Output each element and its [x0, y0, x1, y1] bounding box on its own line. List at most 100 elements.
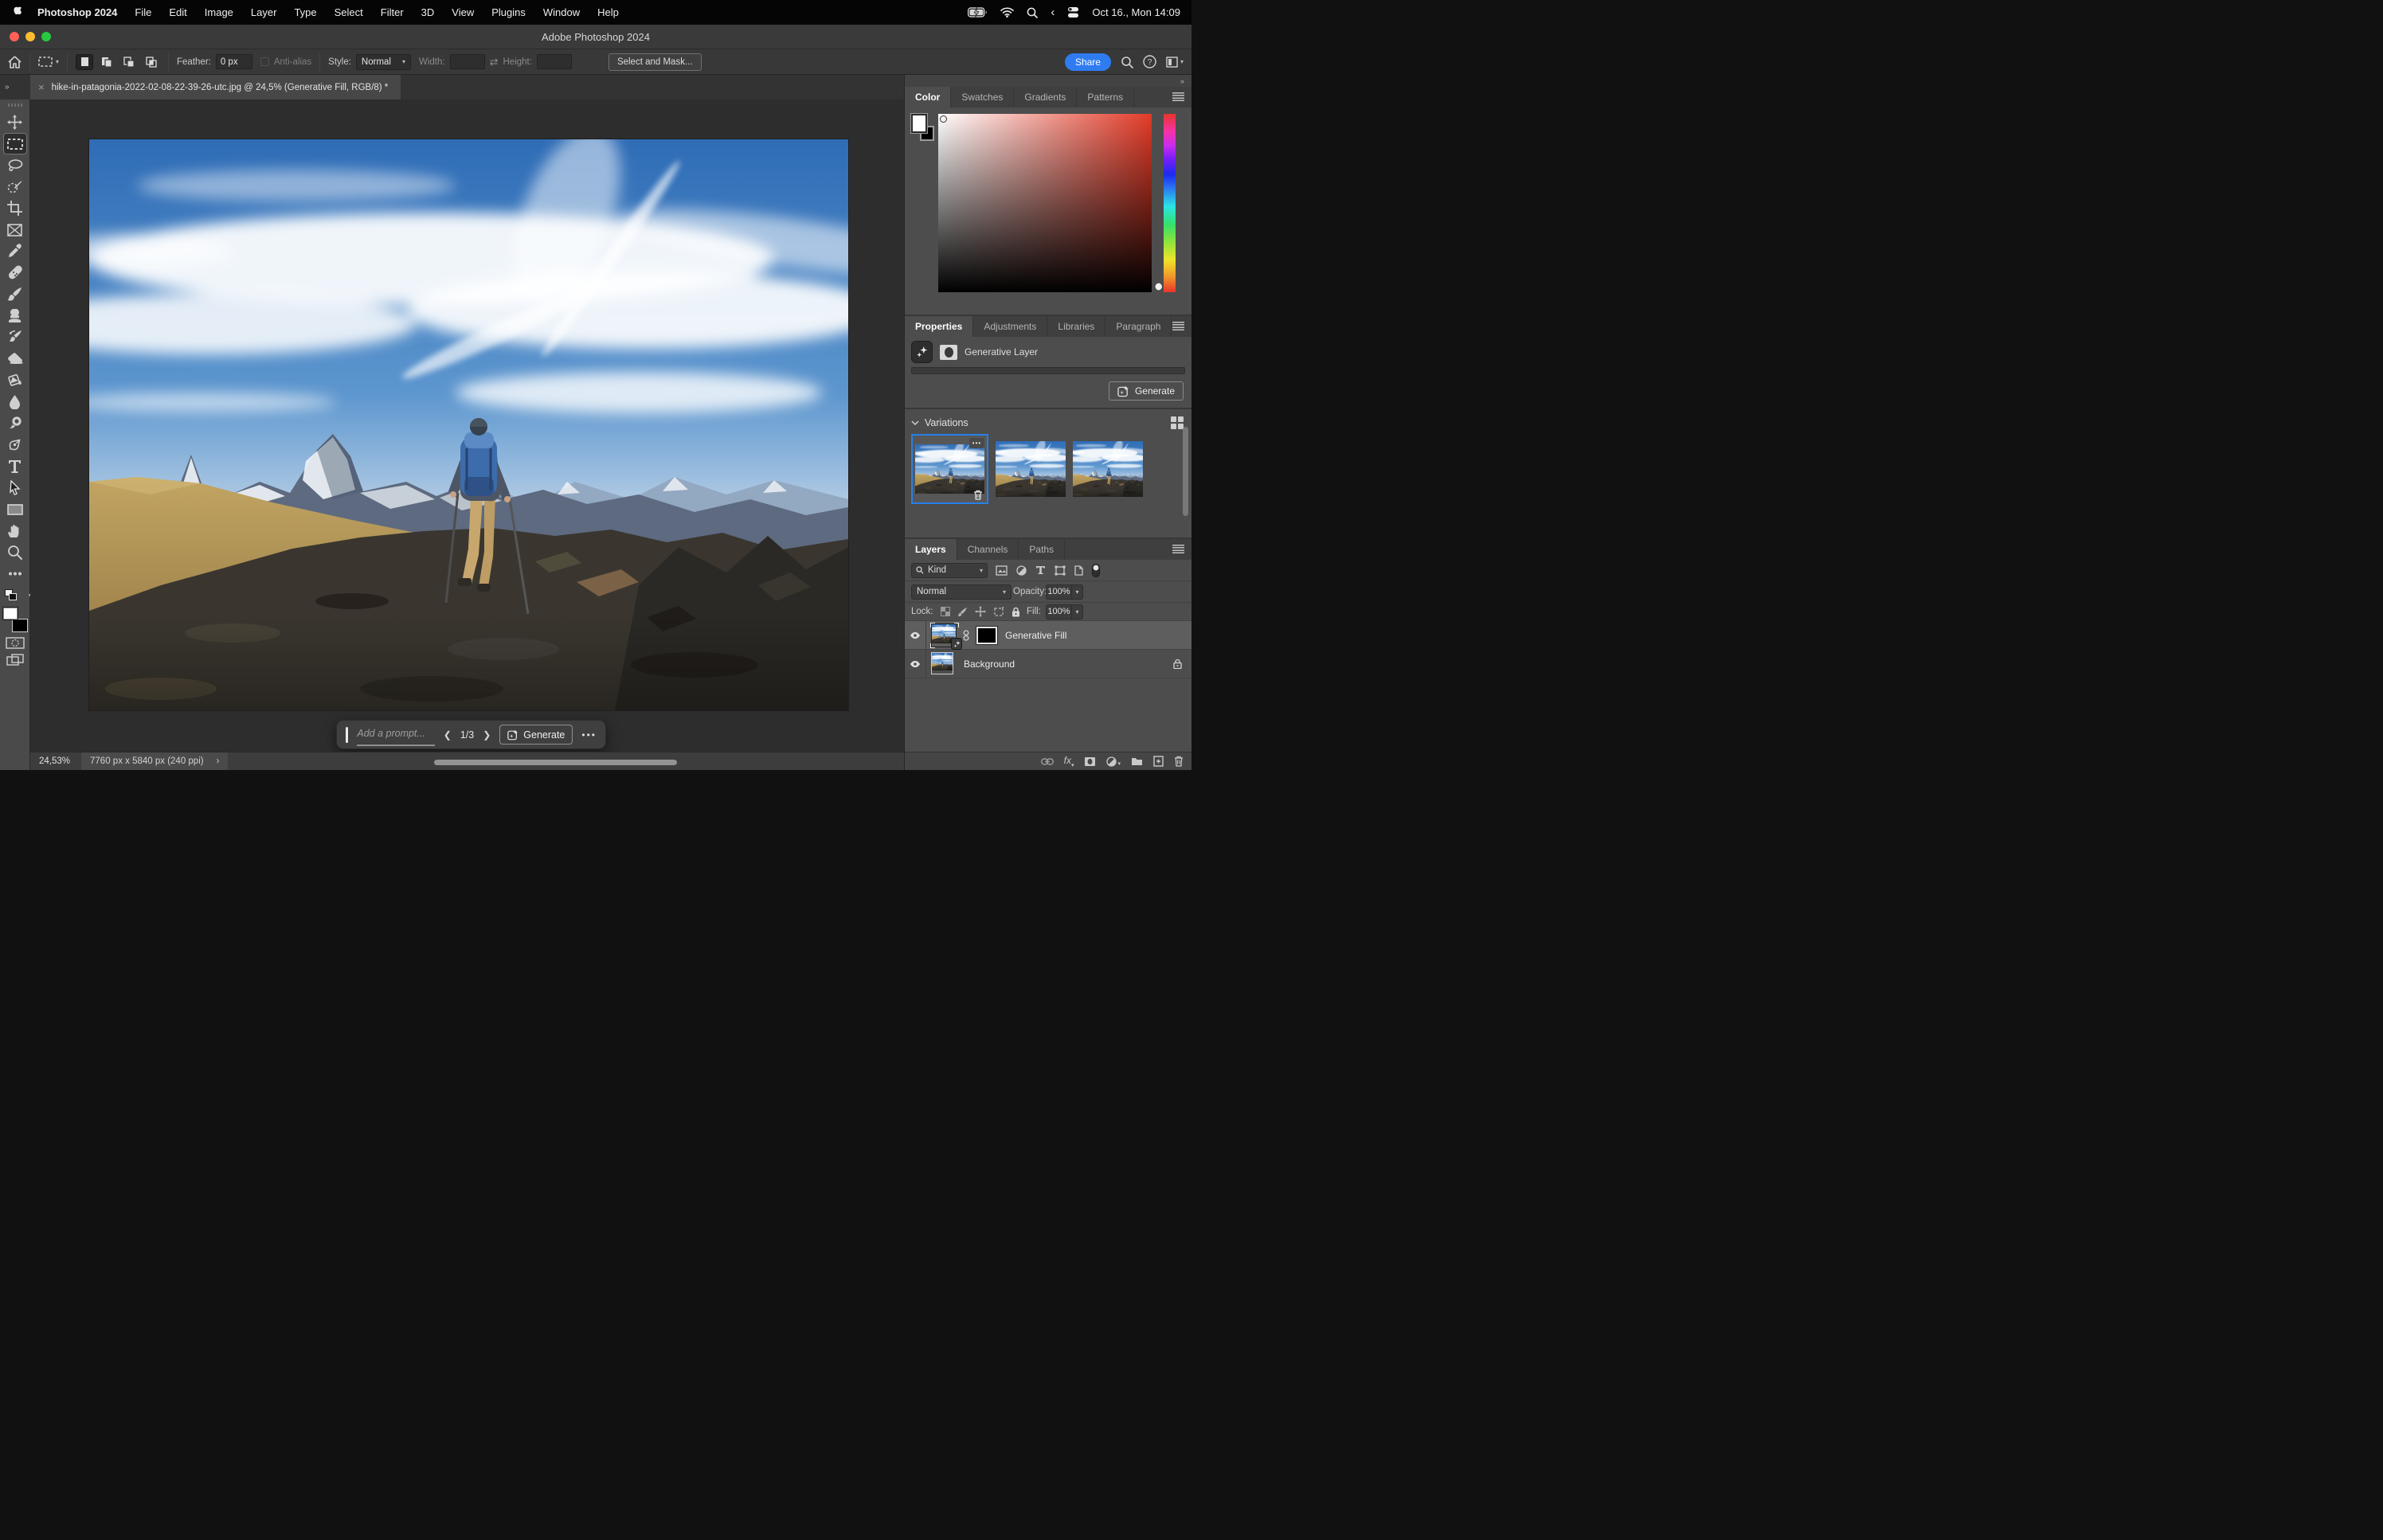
- screen-mode-button[interactable]: [6, 654, 24, 666]
- menu-item-view[interactable]: View: [452, 6, 474, 18]
- anti-alias-checkbox[interactable]: [260, 57, 269, 66]
- spotlight-search-icon[interactable]: [1027, 7, 1038, 18]
- layer-filter-kind-dropdown[interactable]: Kind ▾: [911, 563, 988, 578]
- swap-width-height-icon[interactable]: ⇄: [490, 56, 499, 68]
- new-adjustment-layer-icon[interactable]: ▾: [1106, 756, 1121, 767]
- variation-delete-icon[interactable]: [973, 490, 983, 500]
- properties-generate-button[interactable]: Generate: [1109, 381, 1184, 401]
- menu-item-select[interactable]: Select: [335, 6, 363, 18]
- tool-rectangular-marquee[interactable]: [3, 133, 27, 154]
- generative-sparkle-icon[interactable]: [911, 341, 933, 363]
- generate-button[interactable]: Generate: [499, 725, 573, 745]
- share-button[interactable]: Share: [1065, 53, 1111, 71]
- delete-layer-icon[interactable]: [1174, 756, 1184, 767]
- next-variation-icon[interactable]: ❯: [483, 729, 491, 741]
- fill-input[interactable]: 100% ▾: [1046, 604, 1083, 620]
- filter-adjustment-layers-icon[interactable]: [1016, 565, 1027, 576]
- edit-toolbar-icon[interactable]: [3, 563, 27, 584]
- layer-row-background[interactable]: Background: [905, 650, 1192, 678]
- menu-item-window[interactable]: Window: [543, 6, 580, 18]
- tool-rectangle-shape[interactable]: [3, 498, 27, 520]
- tab-libraries[interactable]: Libraries: [1047, 316, 1105, 337]
- layer-visibility-icon[interactable]: [905, 621, 926, 649]
- filter-toggle-switch[interactable]: [1092, 564, 1100, 577]
- tool-dodge[interactable]: [3, 412, 27, 434]
- menu-item-filter[interactable]: Filter: [381, 6, 404, 18]
- tool-path-selection[interactable]: [3, 477, 27, 498]
- tool-frame[interactable]: [3, 219, 27, 240]
- tab-paths[interactable]: Paths: [1019, 539, 1065, 560]
- panel-collapse-icon[interactable]: »: [1180, 77, 1185, 85]
- background-layer-thumbnail[interactable]: [932, 653, 956, 674]
- home-icon[interactable]: [8, 56, 22, 68]
- prompt-input[interactable]: Add a prompt...: [357, 724, 434, 746]
- canvas-document-image[interactable]: [89, 139, 848, 710]
- hue-slider-strip[interactable]: [1164, 114, 1176, 292]
- link-layers-icon[interactable]: [1041, 758, 1054, 765]
- new-selection-mode-button[interactable]: [76, 54, 93, 70]
- new-group-icon[interactable]: [1131, 756, 1143, 766]
- add-to-selection-mode-button[interactable]: [98, 54, 115, 70]
- chevron-down-icon[interactable]: [911, 420, 919, 425]
- saturation-brightness-field[interactable]: [938, 114, 1152, 292]
- tab-layers[interactable]: Layers: [905, 539, 957, 560]
- hue-slider-handle[interactable]: [1154, 282, 1163, 291]
- horizontal-scrollbar[interactable]: [434, 760, 677, 765]
- menu-item-layer[interactable]: Layer: [251, 6, 277, 18]
- layer-mask-link-icon[interactable]: [963, 630, 969, 641]
- layer-mask-icon[interactable]: [940, 345, 957, 360]
- variation-more-options-icon[interactable]: •••: [969, 438, 984, 448]
- layer-visibility-icon[interactable]: [905, 650, 926, 678]
- tool-healing-brush[interactable]: [3, 262, 27, 283]
- apple-logo-icon[interactable]: [13, 6, 25, 18]
- canvas-area[interactable]: Add a prompt... ❮ 1/3 ❯ Generate •••: [30, 100, 904, 752]
- default-colors-icon[interactable]: ⤾: [5, 589, 25, 602]
- tab-patterns[interactable]: Patterns: [1077, 87, 1134, 107]
- menu-item-photoshop-2024[interactable]: Photoshop 2024: [37, 6, 117, 18]
- prompt-more-options-icon[interactable]: •••: [581, 729, 597, 741]
- panel-menu-icon[interactable]: [1172, 545, 1184, 553]
- tool-move[interactable]: [3, 111, 27, 133]
- opacity-input[interactable]: 100% ▾: [1046, 584, 1083, 600]
- new-layer-icon[interactable]: [1153, 756, 1164, 767]
- tool-type[interactable]: [3, 455, 27, 477]
- wifi-icon[interactable]: [1000, 7, 1014, 18]
- menu-item-edit[interactable]: Edit: [169, 6, 186, 18]
- menu-item-help[interactable]: Help: [597, 6, 619, 18]
- grid-view-icon[interactable]: [1171, 416, 1184, 429]
- tool-eyedropper[interactable]: [3, 240, 27, 262]
- toolbar-grip[interactable]: [8, 104, 22, 107]
- prompt-field-collapsed[interactable]: [911, 367, 1185, 374]
- document-tab[interactable]: × hike-in-patagonia-2022-02-08-22-39-26-…: [30, 75, 401, 100]
- zoom-level-field[interactable]: 24,53%: [39, 756, 70, 766]
- tool-hand[interactable]: [3, 520, 27, 541]
- menu-item-file[interactable]: File: [135, 6, 151, 18]
- tab-paragraph[interactable]: Paragraph: [1105, 316, 1172, 337]
- tool-gradient[interactable]: [3, 369, 27, 391]
- filter-pixel-layers-icon[interactable]: [996, 565, 1008, 576]
- previous-variation-icon[interactable]: ❮: [444, 729, 452, 741]
- control-center-icon[interactable]: [1067, 6, 1079, 18]
- variation-thumbnail-selected[interactable]: •••: [911, 434, 988, 504]
- menu-item-plugins[interactable]: Plugins: [491, 6, 526, 18]
- lock-image-pixels-icon[interactable]: [957, 607, 968, 617]
- quick-mask-button[interactable]: [6, 637, 25, 649]
- color-panel-swatches[interactable]: [911, 114, 938, 141]
- workspace-switcher-icon[interactable]: ▾: [1166, 57, 1184, 68]
- menu-item-image[interactable]: Image: [205, 6, 233, 18]
- generative-fill-layer-thumbnail[interactable]: [932, 624, 959, 646]
- panel-menu-icon[interactable]: [1172, 92, 1184, 101]
- width-input[interactable]: [450, 54, 485, 69]
- tool-object-selection[interactable]: [3, 176, 27, 197]
- layer-name[interactable]: Generative Fill: [1005, 630, 1066, 641]
- search-icon[interactable]: [1121, 56, 1133, 68]
- panel-menu-icon[interactable]: [1172, 322, 1184, 330]
- tool-zoom[interactable]: [3, 541, 27, 563]
- subtract-from-selection-mode-button[interactable]: [120, 54, 138, 70]
- menu-extra-chevron-icon[interactable]: ‹: [1051, 6, 1055, 19]
- height-input[interactable]: [537, 54, 572, 69]
- add-layer-mask-icon[interactable]: [1084, 756, 1096, 767]
- toolbar-collapse-icon[interactable]: »: [0, 75, 30, 100]
- tool-pen[interactable]: [3, 434, 27, 455]
- lock-artboard-icon[interactable]: [993, 607, 1004, 617]
